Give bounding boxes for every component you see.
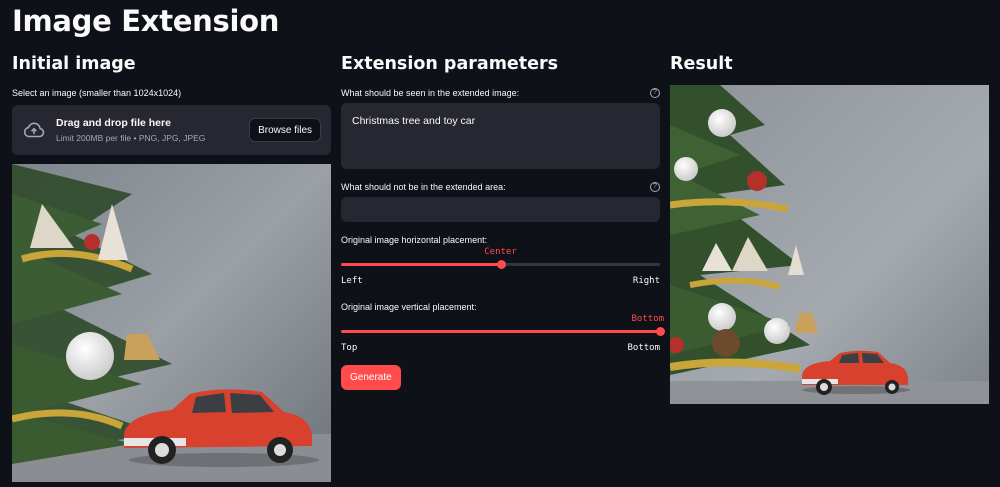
positive-prompt-label: What should be seen in the extended imag… <box>341 86 660 100</box>
slider-value: Center <box>484 247 517 257</box>
horizontal-placement-label: Original image horizontal placement: <box>341 235 488 245</box>
initial-image-column: Initial image Select an image (smaller t… <box>12 52 331 155</box>
upload-label: Select an image (smaller than 1024x1024) <box>12 88 182 98</box>
browse-files-button[interactable]: Browse files <box>249 118 321 142</box>
negative-prompt-input[interactable] <box>341 197 660 222</box>
result-heading: Result <box>670 54 733 74</box>
vertical-placement-slider[interactable]: Bottom Top Bottom <box>341 314 665 358</box>
initial-image-heading: Initial image <box>12 54 136 74</box>
question-circle-icon[interactable]: ? <box>650 88 660 98</box>
negative-prompt-label-text: What should not be in the extended area: <box>341 182 506 192</box>
result-column: Result <box>670 52 989 76</box>
file-uploader-dropzone[interactable]: Drag and drop file here Limit 200MB per … <box>12 105 331 155</box>
dropzone-limits: Limit 200MB per file • PNG, JPG, JPEG <box>56 133 206 143</box>
extension-parameters-column: Extension parameters What should be seen… <box>341 52 665 390</box>
cloud-upload-icon <box>23 122 45 138</box>
slider-min-label: Left <box>341 276 363 286</box>
generate-button[interactable]: Generate <box>341 365 401 390</box>
slider-value: Bottom <box>631 314 664 324</box>
positive-prompt-textarea[interactable]: Christmas tree and toy car <box>341 103 660 169</box>
dropzone-instructions: Drag and drop file here <box>56 117 171 129</box>
page-title: Image Extension <box>12 4 280 38</box>
result-image <box>670 85 989 404</box>
slider-fill <box>341 263 501 266</box>
slider-thumb[interactable] <box>656 327 665 336</box>
slider-max-label: Bottom <box>627 343 660 353</box>
slider-max-label: Right <box>632 276 660 286</box>
horizontal-placement-slider[interactable]: Center Left Right <box>341 247 660 291</box>
negative-prompt-label: What should not be in the extended area:… <box>341 180 660 194</box>
slider-fill <box>341 330 660 333</box>
slider-min-label: Top <box>341 343 358 353</box>
positive-prompt-label-text: What should be seen in the extended imag… <box>341 88 520 98</box>
initial-image <box>12 164 331 482</box>
slider-thumb[interactable] <box>496 260 506 269</box>
vertical-placement-label: Original image vertical placement: <box>341 302 477 312</box>
question-circle-icon[interactable]: ? <box>650 182 660 192</box>
extension-parameters-heading: Extension parameters <box>341 54 559 74</box>
